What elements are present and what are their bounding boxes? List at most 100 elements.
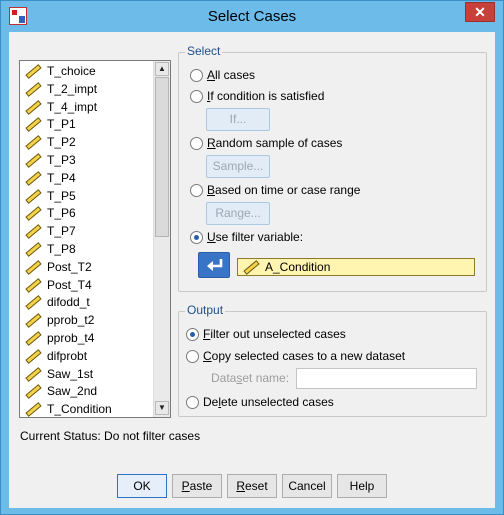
sample-button[interactable]: Sample... <box>206 155 270 178</box>
filter-variable-value: A_Condition <box>265 260 331 274</box>
radio-time-range-label: Based on time or case range <box>207 183 361 197</box>
variable-list-item[interactable]: T_P4 <box>24 169 149 187</box>
radio-all-cases-indicator[interactable] <box>190 68 203 82</box>
scale-ruler-icon <box>24 384 42 400</box>
scale-ruler-icon <box>242 260 260 275</box>
variable-list-item[interactable]: T_P6 <box>24 204 149 222</box>
variable-label: pprob_t2 <box>47 313 95 328</box>
dialog-body: T_choice T_2_impt T_4_impt T_P1 T_P2 T_P3 T_P4… <box>9 32 495 508</box>
dataset-name-input[interactable] <box>296 368 477 389</box>
radio-copy-dataset-label: Copy selected cases to a new dataset <box>203 349 406 363</box>
scale-ruler-icon <box>24 64 42 79</box>
variable-list-item[interactable]: difprobt <box>24 347 149 365</box>
if-button[interactable]: If... <box>206 108 270 131</box>
variable-label: Post_T2 <box>47 259 92 274</box>
variable-label: pprob_t4 <box>47 331 95 345</box>
scale-ruler-icon <box>24 81 42 97</box>
select-cases-dialog: Select Cases ✕ T_choice T_2_impt T_4_impt T… <box>0 0 504 515</box>
variable-label: T_P1 <box>47 117 76 132</box>
scale-ruler-icon <box>24 99 42 115</box>
select-legend: Select <box>185 44 223 58</box>
variable-label: T_P6 <box>47 206 76 221</box>
scale-ruler-icon <box>24 366 42 382</box>
variable-list-item[interactable]: T_P5 <box>24 187 149 205</box>
scale-ruler-icon <box>24 331 42 346</box>
radio-copy-dataset[interactable]: Copy selected cases to a new dataset <box>186 349 405 363</box>
variable-list-item[interactable]: pprob_t2 <box>24 311 149 329</box>
scale-ruler-icon <box>24 402 42 417</box>
radio-random-sample[interactable]: Random sample of cases <box>190 136 342 150</box>
scale-ruler-icon <box>24 224 42 240</box>
window-title: Select Cases <box>207 8 297 25</box>
radio-delete-unselected-indicator[interactable] <box>186 395 199 409</box>
variable-list-item[interactable]: Saw_2nd <box>24 382 149 400</box>
variable-label: difodd_t <box>47 295 90 310</box>
filter-variable-field[interactable]: A_Condition <box>237 258 475 276</box>
variable-label: T_P7 <box>47 224 76 239</box>
radio-filter-out-indicator[interactable] <box>186 327 199 341</box>
variable-list-item[interactable]: Post_T2 <box>24 258 149 276</box>
variable-label: Post_T4 <box>47 277 92 292</box>
variable-list-item[interactable]: T_P1 <box>24 115 149 133</box>
variable-list-scrollbar[interactable]: ▲ ▼ <box>153 61 170 417</box>
title-bar[interactable]: Select Cases ✕ <box>1 1 503 31</box>
variable-list-item[interactable]: T_P2 <box>24 133 149 151</box>
reset-button[interactable]: Reset <box>227 474 277 498</box>
variable-list[interactable]: T_choice T_2_impt T_4_impt T_P1 T_P2 T_P3 T_P4… <box>19 60 171 418</box>
variable-list-item[interactable]: T_P7 <box>24 222 149 240</box>
radio-filter-variable-indicator[interactable] <box>190 230 203 244</box>
paste-button[interactable]: Paste <box>172 474 222 498</box>
variable-list-item[interactable]: Post_T4 <box>24 276 149 294</box>
output-legend: Output <box>185 303 226 317</box>
variable-list-item[interactable]: T_4_impt <box>24 98 149 116</box>
variable-label: difprobt <box>47 348 88 363</box>
scale-ruler-icon <box>24 242 42 257</box>
scroll-down-icon[interactable]: ▼ <box>155 401 169 415</box>
scale-ruler-icon <box>24 277 42 293</box>
scale-ruler-icon <box>24 153 42 168</box>
radio-time-range[interactable]: Based on time or case range <box>190 183 360 197</box>
variable-list-item[interactable]: pprob_t4 <box>24 329 149 347</box>
help-button[interactable]: Help <box>337 474 387 498</box>
output-group: Output Filter out unselected cases Copy … <box>178 303 487 417</box>
scale-ruler-icon <box>24 295 42 311</box>
radio-random-sample-indicator[interactable] <box>190 136 203 150</box>
radio-all-cases-label: All cases <box>207 68 256 82</box>
variable-list-item[interactable]: T_Condition <box>24 400 149 417</box>
variable-label: T_P2 <box>47 135 76 150</box>
variable-list-item[interactable]: difodd_t <box>24 293 149 311</box>
radio-all-cases[interactable]: All cases <box>190 68 255 82</box>
scale-ruler-icon <box>24 188 42 204</box>
select-group: Select All cases If condition is satisfi… <box>178 44 487 292</box>
radio-copy-dataset-indicator[interactable] <box>186 349 199 363</box>
radio-delete-unselected-label: Delete unselected cases <box>203 395 334 409</box>
variable-list-item[interactable]: Saw_1st <box>24 365 149 383</box>
radio-filter-variable[interactable]: Use filter variable: <box>190 230 303 244</box>
move-arrow-icon <box>207 259 223 271</box>
scroll-up-icon[interactable]: ▲ <box>155 62 169 76</box>
ok-button[interactable]: OK <box>117 474 167 498</box>
variable-label: T_P8 <box>47 242 76 256</box>
variable-list-item[interactable]: T_choice <box>24 62 149 80</box>
scale-ruler-icon <box>24 206 42 222</box>
radio-if-condition-indicator[interactable] <box>190 89 203 103</box>
variable-label: Saw_2nd <box>47 384 98 399</box>
scroll-thumb[interactable] <box>155 77 169 237</box>
radio-if-condition-label: If condition is satisfied <box>207 89 325 103</box>
variable-label: T_P4 <box>47 170 76 185</box>
radio-time-range-indicator[interactable] <box>190 183 203 197</box>
variable-label: T_2_impt <box>47 81 98 96</box>
variable-list-item[interactable]: T_P3 <box>24 151 149 169</box>
close-button[interactable]: ✕ <box>465 2 495 22</box>
radio-if-condition[interactable]: If condition is satisfied <box>190 89 324 103</box>
variable-label: T_P3 <box>47 153 76 167</box>
variable-list-item[interactable]: T_2_impt <box>24 80 149 98</box>
current-status: Current Status: Do not filter cases <box>20 429 201 443</box>
variable-label: Saw_1st <box>47 366 94 381</box>
move-filter-variable-button[interactable] <box>198 252 230 278</box>
range-button[interactable]: Range... <box>206 202 270 225</box>
radio-filter-out[interactable]: Filter out unselected cases <box>186 327 346 341</box>
cancel-button[interactable]: Cancel <box>282 474 332 498</box>
radio-delete-unselected[interactable]: Delete unselected cases <box>186 395 334 409</box>
variable-list-item[interactable]: T_P8 <box>24 240 149 258</box>
